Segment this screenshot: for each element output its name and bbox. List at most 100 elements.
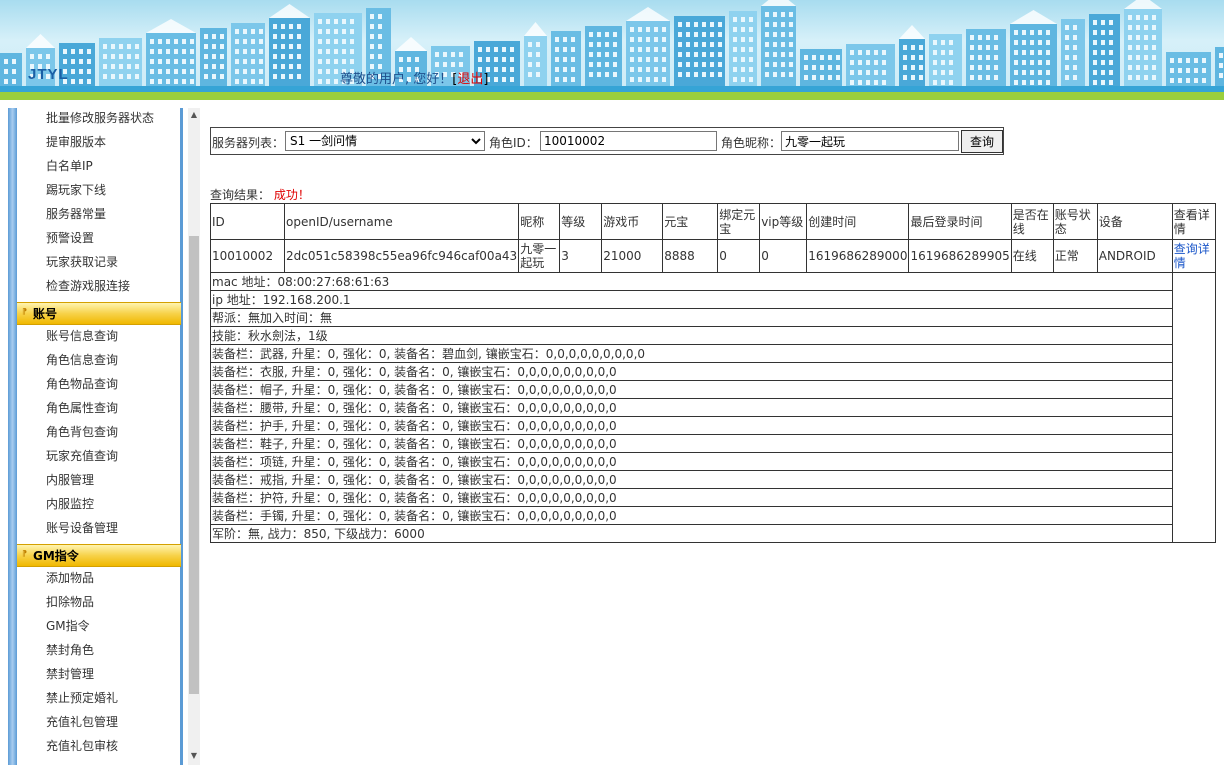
sidebar-item[interactable]: 提审服版本 [46, 132, 106, 152]
column-header: 设备 [1096, 203, 1173, 240]
city-skyline-banner-image [0, 0, 1224, 88]
role-nickname-input[interactable] [781, 131, 959, 151]
sidebar-item[interactable]: 角色物品查询 [46, 374, 118, 394]
sidebar-item[interactable]: 充值礼包管理 [46, 712, 118, 732]
sidebar-item[interactable]: 角色信息查询 [46, 350, 118, 370]
column-header: ID [210, 203, 285, 240]
detail-text: ip 地址：192.168.200.1 [210, 290, 1173, 309]
sidebar-item[interactable]: 角色属性查询 [46, 398, 118, 418]
detail-text: 帮派：無加入时间：無 [210, 308, 1173, 327]
column-header: openID/username [283, 203, 520, 240]
role-nickname-label: 角色昵称： [721, 136, 782, 150]
table-cell-bound-yuanbao: 0 [717, 239, 761, 273]
scrollbar-thumb[interactable] [189, 236, 199, 694]
user-greeting: 尊敬的用户, 您好！[退出] [340, 68, 488, 87]
sidebar-item[interactable]: 玩家充值查询 [46, 446, 118, 466]
sidebar-item[interactable]: 内服监控 [46, 494, 94, 514]
sidebar-section-label: GM指令 [33, 549, 79, 563]
detail-row: 技能：秋水劍法，1级 [210, 326, 1216, 345]
detail-text: 装备栏：手镯, 升星：0, 强化：0, 装备名：0, 镶嵌宝石：0,0,0,0,… [210, 506, 1173, 525]
column-header: 创建时间 [806, 203, 910, 240]
sidebar-item[interactable]: 账号设备管理 [46, 518, 118, 538]
detail-text: 装备栏：武器, 升星：0, 强化：0, 装备名：碧血剑, 镶嵌宝石：0,0,0,… [210, 344, 1173, 363]
query-result-label: 查询结果： [210, 188, 271, 202]
section-flag-icon: ⁋ [22, 549, 28, 558]
detail-row: 装备栏：衣服, 升星：0, 强化：0, 装备名：0, 镶嵌宝石：0,0,0,0,… [210, 362, 1216, 381]
column-header: 查看详情 [1171, 203, 1216, 240]
server-select[interactable]: S1 一剑问情 [285, 131, 485, 151]
greeting-text: 尊敬的用户, 您好！ [340, 72, 453, 87]
detail-text: 装备栏：鞋子, 升星：0, 强化：0, 装备名：0, 镶嵌宝石：0,0,0,0,… [210, 434, 1173, 453]
role-id-input[interactable] [540, 131, 717, 151]
column-header: vip等级 [759, 203, 808, 240]
view-detail-link[interactable]: 查询详情 [1174, 242, 1210, 270]
sidebar-item[interactable]: 扣除物品 [46, 592, 94, 612]
table-header-row: ID openID/username 昵称 等级 游戏币 元宝 绑定元宝 vip等级 创建时间最… [210, 203, 1216, 240]
table-cell-id: 10010002 [210, 239, 285, 273]
sidebar-item[interactable]: 服务器常量 [46, 204, 106, 224]
detail-text: 装备栏：护符, 升星：0, 强化：0, 装备名：0, 镶嵌宝石：0,0,0,0,… [210, 488, 1173, 507]
sidebar-item[interactable]: 添加物品 [46, 568, 94, 588]
sidebar-item[interactable]: 白名单IP [46, 156, 93, 176]
sidebar-item[interactable]: 踢玩家下线 [46, 180, 106, 200]
sidebar-item[interactable]: GM指令 [46, 616, 90, 636]
detail-row: 装备栏：护符, 升星：0, 强化：0, 装备名：0, 镶嵌宝石：0,0,0,0,… [210, 488, 1216, 507]
sidebar-item[interactable]: 禁封角色 [46, 640, 94, 660]
detail-text: 装备栏：戒指, 升星：0, 强化：0, 装备名：0, 镶嵌宝石：0,0,0,0,… [210, 470, 1173, 489]
detail-row: 装备栏：手镯, 升星：0, 强化：0, 装备名：0, 镶嵌宝石：0,0,0,0,… [210, 506, 1216, 525]
sidebar-item[interactable]: 检查游戏服连接 [46, 276, 130, 296]
sidebar-item[interactable]: 预警设置 [46, 228, 94, 248]
detail-text: 军阶：無, 战力：850, 下级战力：6000 [210, 524, 1173, 543]
sidebar-section-label: 账号 [33, 307, 58, 321]
role-result-table: ID openID/username 昵称 等级 游戏币 元宝 绑定元宝 vip等级 创建时间最… [210, 203, 1216, 543]
query-result-line: 查询结果： 成功！ [210, 186, 310, 203]
table-row: 10010002 2dc051c58398c55ea96fc946caf00a43… [210, 239, 1216, 273]
sidebar-item[interactable]: 角色背包查询 [46, 422, 118, 442]
table-cell-nickname: 九零一起玩 [518, 239, 561, 273]
table-cell-detail: 查询详情 [1171, 239, 1216, 273]
app-logo: JTYL [28, 66, 69, 83]
detail-text: 技能：秋水劍法，1级 [210, 326, 1173, 345]
sidebar-item[interactable]: 充值礼包审核 [46, 736, 118, 756]
sidebar-item[interactable]: 禁止预定婚礼 [46, 688, 118, 708]
logout-link[interactable]: 退出 [457, 72, 483, 87]
scroll-up-arrow-icon[interactable]: ▲ [188, 108, 200, 122]
detail-text: 装备栏：项链, 升星：0, 强化：0, 装备名：0, 镶嵌宝石：0,0,0,0,… [210, 452, 1173, 471]
column-header: 等级 [559, 203, 603, 240]
column-header: 最后登录时间 [908, 203, 1012, 240]
sidebar-scrollbar[interactable]: ▲ ▼ [188, 108, 200, 765]
table-cell-yuanbao: 8888 [662, 239, 719, 273]
header-banner: JTYL 尊敬的用户, 您好！[退出] [0, 0, 1224, 100]
main-content: 服务器列表： S1 一剑问情 角色ID： 角色昵称： 查询 查询结果： 成功！ … [200, 100, 1224, 765]
sidebar-section-gm[interactable]: ⁋ GM指令 [17, 544, 181, 567]
detail-text: 装备栏：腰带, 升星：0, 强化：0, 装备名：0, 镶嵌宝石：0,0,0,0,… [210, 398, 1173, 417]
column-header: 是否在线 [1010, 203, 1054, 240]
table-cell-level: 3 [559, 239, 603, 273]
role-id-label: 角色ID： [489, 136, 538, 150]
sidebar-item[interactable]: 玩家获取记录 [46, 252, 118, 272]
header-divider-green [0, 92, 1224, 100]
sidebar-section-account[interactable]: ⁋ 账号 [17, 302, 181, 325]
detail-row: 装备栏：戒指, 升星：0, 强化：0, 装备名：0, 镶嵌宝石：0,0,0,0,… [210, 470, 1216, 489]
detail-empty-cell [1171, 272, 1216, 543]
detail-row: 装备栏：腰带, 升星：0, 强化：0, 装备名：0, 镶嵌宝石：0,0,0,0,… [210, 398, 1216, 417]
sidebar-item[interactable]: 批量修改服务器状态 [46, 108, 154, 128]
detail-row: 装备栏：项链, 升星：0, 强化：0, 装备名：0, 镶嵌宝石：0,0,0,0,… [210, 452, 1216, 471]
scroll-down-arrow-icon[interactable]: ▼ [188, 749, 200, 763]
detail-row: mac 地址：08:00:27:68:61:63 [210, 272, 1216, 543]
table-cell-created: 1619686289000 [806, 239, 910, 273]
sidebar-frame-left [8, 108, 17, 765]
sidebar-item[interactable]: 禁封管理 [46, 664, 94, 684]
sidebar-item[interactable]: 账号信息查询 [46, 326, 118, 346]
sidebar-item[interactable]: 内服管理 [46, 470, 94, 490]
detail-row: 帮派：無加入时间：無 [210, 308, 1216, 327]
detail-text: mac 地址：08:00:27:68:61:63 [210, 272, 1173, 291]
query-button[interactable]: 查询 [961, 130, 1003, 153]
server-list-label: 服务器列表： [212, 136, 285, 150]
detail-row: ip 地址：192.168.200.1 [210, 290, 1216, 309]
query-result-status: 成功！ [273, 188, 310, 202]
column-header: 账号状态 [1052, 203, 1098, 240]
column-header: 昵称 [518, 203, 561, 240]
detail-row: 装备栏：护手, 升星：0, 强化：0, 装备名：0, 镶嵌宝石：0,0,0,0,… [210, 416, 1216, 435]
search-form: 服务器列表： S1 一剑问情 角色ID： 角色昵称： 查询 [210, 127, 1004, 155]
